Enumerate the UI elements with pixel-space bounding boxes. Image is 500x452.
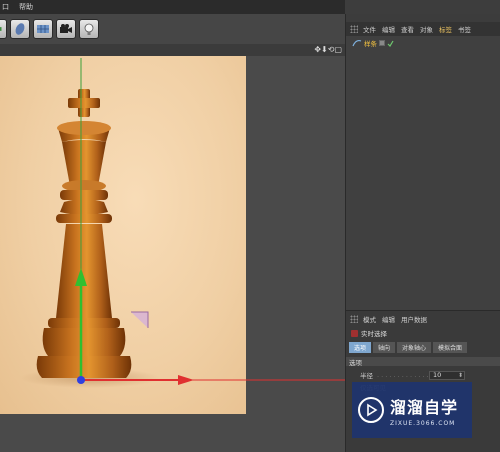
attr-menu-edit[interactable]: 编辑 [382, 314, 395, 324]
toolbar-button-floor[interactable] [33, 19, 53, 39]
attribute-menubar: 模式 编辑 用户数据 [346, 313, 500, 325]
attr-menu-mode[interactable]: 模式 [363, 314, 376, 324]
panel-grip-icon[interactable] [350, 25, 358, 33]
cube-icon [0, 27, 2, 31]
watermark-title: 溜溜自学 [390, 397, 459, 417]
om-menu-view[interactable]: 查看 [401, 24, 414, 34]
om-menu-edit[interactable]: 编辑 [382, 24, 395, 34]
param-dots: . . . . . . . . . . . . . . . [377, 371, 429, 379]
object-row[interactable]: 样条 [352, 38, 394, 48]
main-menubar: 口 帮助 [0, 0, 345, 14]
light-bulb-icon [84, 23, 94, 35]
section-header: 选项 [346, 357, 500, 367]
menu-item-help[interactable]: 帮助 [19, 2, 33, 12]
plane-handle [131, 312, 148, 328]
om-menu-object[interactable]: 对象 [420, 24, 433, 34]
spline-icon [352, 39, 362, 47]
deformer-icon [15, 23, 25, 35]
om-menu-tags[interactable]: 标签 [439, 24, 452, 34]
attr-grip-icon[interactable] [350, 315, 358, 323]
tab-simulate[interactable]: 模拟合面 [433, 342, 468, 353]
param-radius-label: 半径 [360, 372, 373, 380]
toolbar-button-light[interactable] [79, 19, 99, 39]
viewport-header: ✥⬇⟲▢ [0, 44, 345, 56]
attr-title: 实时选择 [351, 328, 500, 338]
watermark-text: 溜溜自学 ZIXUE.3066.COM [390, 394, 458, 427]
camera-icon [60, 24, 72, 33]
attr-menu-userdata[interactable]: 用户数据 [401, 314, 427, 324]
toolbar-button-camera[interactable] [56, 19, 76, 39]
object-name[interactable]: 样条 [364, 38, 377, 48]
param-radius: 半径 . . . . . . . . . . . . . . . 10 [360, 370, 500, 380]
radius-input[interactable]: 10 [429, 370, 465, 380]
live-selection-icon [351, 329, 358, 337]
grid-plane-icon [37, 25, 49, 33]
toolbar-button-deformer[interactable] [10, 19, 30, 39]
tab-object-axis[interactable]: 对象轴心 [397, 342, 432, 353]
tab-options[interactable]: 选项 [349, 342, 372, 353]
object-list-area[interactable] [346, 36, 500, 314]
play-logo-icon [358, 397, 384, 423]
om-menu-bookmarks[interactable]: 书签 [458, 24, 471, 34]
watermark: 溜溜自学 ZIXUE.3066.COM [352, 382, 472, 438]
object-manager-menubar: 文件 编辑 查看 对象 标签 书签 [346, 22, 500, 36]
z-axis-origin [77, 376, 85, 384]
visibility-toggle[interactable] [379, 40, 385, 46]
om-menu-file[interactable]: 文件 [363, 24, 376, 34]
check-icon[interactable] [387, 40, 394, 47]
menu-item-window[interactable]: 口 [2, 2, 9, 12]
attr-tabs: 选项 轴向 对象轴心 模拟合面 [349, 342, 500, 353]
toolbar-button-prev[interactable] [0, 19, 7, 39]
x-axis-arrow [178, 375, 194, 385]
tab-axis[interactable]: 轴向 [373, 342, 396, 353]
viewport-nav-icons[interactable]: ✥⬇⟲▢ [314, 45, 342, 54]
attr-title-text: 实时选择 [361, 330, 387, 338]
toolbar [0, 14, 345, 44]
watermark-url: ZIXUE.3066.COM [390, 419, 456, 427]
chess-king-piece [36, 89, 132, 378]
viewport-scene [20, 58, 345, 388]
viewport[interactable] [0, 56, 345, 452]
